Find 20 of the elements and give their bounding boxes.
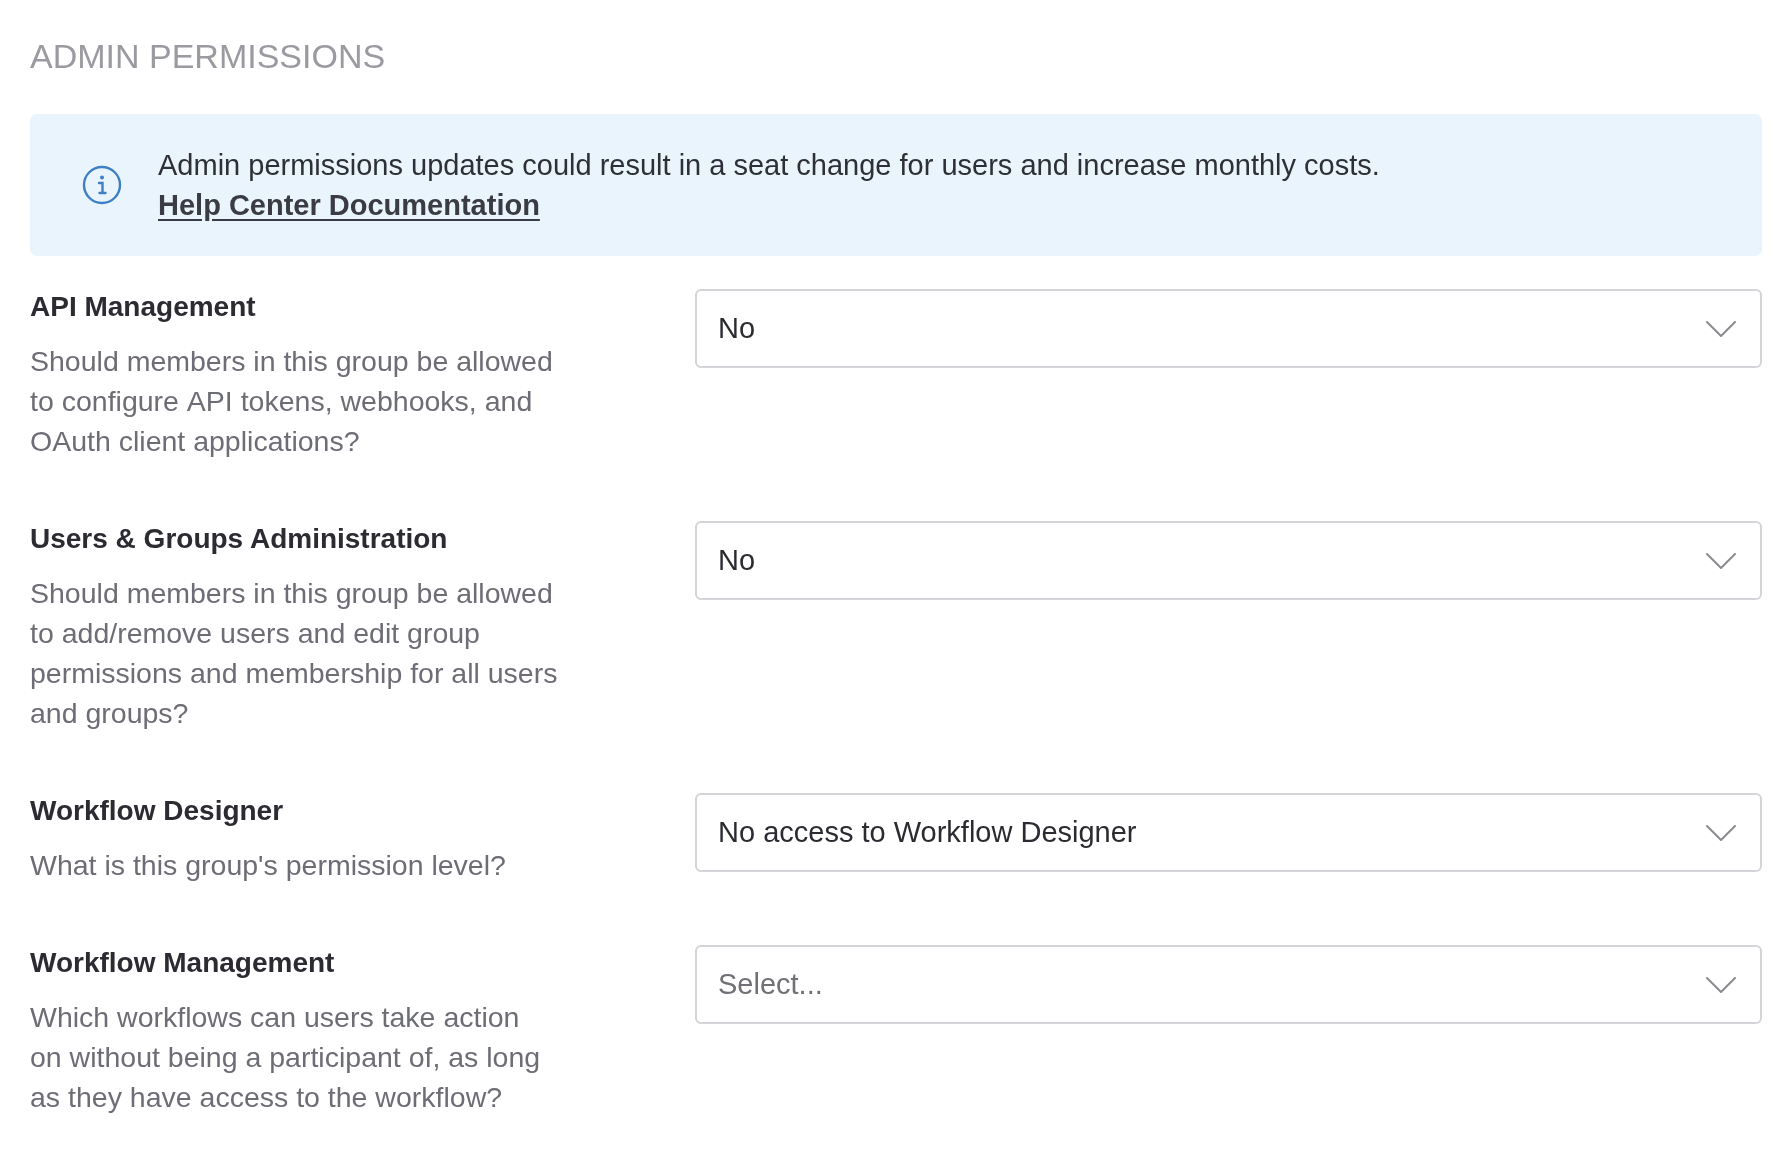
dropdown[interactable]: Select... bbox=[695, 945, 1762, 1024]
setting-description: Should members in this group be allowed to configure API tokens, webhooks, and OAuth client applications? bbox=[30, 344, 554, 459]
chevron-down-icon bbox=[1706, 824, 1736, 841]
chevron-down-icon bbox=[1706, 320, 1736, 337]
help-center-link[interactable]: Help Center Documentation bbox=[158, 185, 540, 225]
setting-description: Should members in this group be allowed to add/remove users and edit group permissions and membership for all users and groups? bbox=[30, 576, 559, 731]
dropdown[interactable]: No access to Workflow Designer bbox=[695, 793, 1762, 872]
banner-message: Admin permissions updates could result in a seat change for users and increase monthly costs. bbox=[158, 148, 1380, 183]
section-title: ADMIN PERMISSIONS bbox=[30, 36, 386, 76]
setting-description: What is this group's permission level? bbox=[30, 848, 507, 883]
chevron-down-icon bbox=[1706, 976, 1736, 993]
info-icon bbox=[82, 165, 122, 205]
setting-label: API Management bbox=[30, 290, 256, 324]
setting-label: Workflow Management bbox=[30, 946, 335, 980]
dropdown[interactable]: No bbox=[695, 289, 1762, 368]
dropdown[interactable]: No bbox=[695, 521, 1762, 600]
chevron-down-icon bbox=[1706, 552, 1736, 569]
setting-label: Workflow Designer bbox=[30, 794, 284, 828]
setting-description: Which workflows can users take action on without being a participant of, as long as they have access to the workflow? bbox=[30, 1000, 542, 1115]
setting-label: Users & Groups Administration bbox=[30, 522, 448, 556]
